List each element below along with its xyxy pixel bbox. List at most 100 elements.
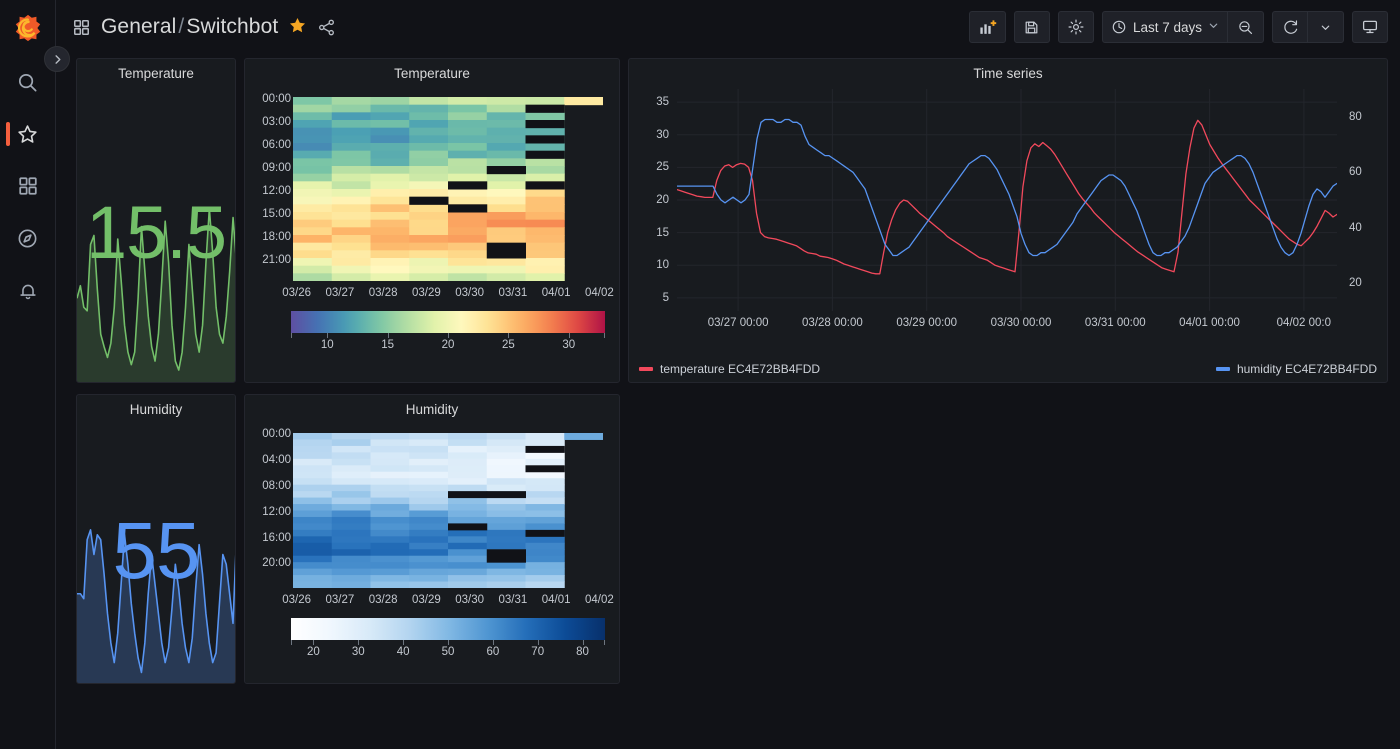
timeseries-y-right-tick-label: 20 <box>1349 277 1362 290</box>
save-dashboard-button[interactable] <box>1013 11 1050 43</box>
timeseries-x-tick-label: 04/01 00:00 <box>1179 317 1240 329</box>
star-filled-icon[interactable] <box>288 16 307 39</box>
heatmap-x-tick-label: 03/29 <box>411 287 441 299</box>
legend-item-humidity[interactable]: humidity EC4E72BB4FDD <box>1215 362 1377 376</box>
timeseries-x-tick-label: 03/30 00:00 <box>990 317 1052 329</box>
color-scale-tick <box>291 640 292 645</box>
heatmap-y-tick-label: 08:00 <box>262 479 291 492</box>
panel-title: Humidity <box>405 402 459 417</box>
panel-humidity-stat[interactable]: Humidity 55 <box>76 394 236 684</box>
color-scale-tick <box>604 333 605 338</box>
timeseries-chart: temperature EC4E72BB4FDD humidity EC4E72… <box>629 83 1387 382</box>
heatmap-x-tick-label: 03/27 <box>325 594 355 606</box>
heatmap-y-tick-label: 12:00 <box>262 184 291 197</box>
dashboard-settings-button[interactable] <box>1057 11 1094 43</box>
panel-temperature-heatmap[interactable]: Temperature 00:00 03:00 06:00 09:00 12:00 15:… <box>244 58 620 383</box>
timeseries-y-right-tick-label: 40 <box>1349 221 1362 234</box>
heatmap-chart: 00:00 03:00 06:00 09:00 12:00 15:00 18:00 21:00… <box>245 83 619 382</box>
breadcrumb-dashboard[interactable]: Switchbot <box>186 15 278 38</box>
color-scale-tick-label: 25 <box>501 339 515 351</box>
dashboard-grid-icon <box>72 18 91 37</box>
heatmap-x-tick-label: 03/30 <box>455 287 485 299</box>
color-scale-tick <box>313 640 315 645</box>
sidebar-items <box>0 56 55 316</box>
heatmap-x-tick-label: 03/28 <box>368 594 398 606</box>
color-scale-tick <box>327 333 329 338</box>
tv-mode-button[interactable] <box>1352 11 1388 43</box>
heatmap-color-legend: 10 15 20 25 30 <box>291 311 605 359</box>
color-scale-tick <box>568 333 570 338</box>
sidebar-item-explore[interactable] <box>0 212 56 264</box>
breadcrumb: General/Switchbot <box>72 15 336 39</box>
sidebar-expand-button[interactable] <box>44 46 70 72</box>
color-scale-tick <box>403 640 405 645</box>
heatmap-x-tick-label: 03/31 <box>498 287 528 299</box>
color-scale-tick <box>492 640 494 645</box>
page-title[interactable]: General/Switchbot <box>101 15 278 39</box>
share-icon[interactable] <box>317 18 336 37</box>
time-range-picker[interactable]: Last 7 days <box>1101 11 1228 43</box>
heatmap-x-tick-label: 03/31 <box>498 594 528 606</box>
refresh-dashboard-button[interactable] <box>1272 11 1308 43</box>
timeseries-plot-area[interactable] <box>677 89 1337 311</box>
timeseries-x-tick-label: 03/29 00:00 <box>896 317 958 329</box>
panel-body: temperature EC4E72BB4FDD humidity EC4E72… <box>629 83 1387 382</box>
color-scale-tick-label: 40 <box>396 646 410 658</box>
panel-title: Temperature <box>118 66 194 81</box>
heatmap-x-tick-label: 04/02 <box>584 594 614 606</box>
breadcrumb-folder[interactable]: General <box>101 15 176 38</box>
timeseries-x-tick-label: 03/31 00:00 <box>1084 317 1146 329</box>
dashboard-canvas: Temperature 15.5 Humidity 55 Temperature… <box>56 54 1400 749</box>
sidebar-item-alerting[interactable] <box>0 264 56 316</box>
timeseries-y-left-tick-label: 30 <box>656 128 669 141</box>
add-panel-button[interactable] <box>968 11 1006 43</box>
heatmap-cells[interactable] <box>293 433 603 588</box>
sidebar-item-starred[interactable] <box>0 108 56 160</box>
sidebar-item-dashboards[interactable] <box>0 160 56 212</box>
color-scale-tick-label: 70 <box>531 646 545 658</box>
color-scale-tick <box>387 333 389 338</box>
heatmap-x-tick-label: 03/29 <box>411 594 441 606</box>
timeseries-y-left-tick-label: 25 <box>656 161 669 174</box>
temperature-stat-value: 15.5 <box>85 190 227 274</box>
heatmap-x-tick-label: 03/30 <box>455 594 485 606</box>
heatmap-y-tick-label: 00:00 <box>262 92 291 105</box>
color-scale-tick <box>448 333 449 338</box>
timeseries-x-tick-label: 03/27 00:00 <box>707 317 769 329</box>
legend-item-temperature[interactable]: temperature EC4E72BB4FDD <box>639 362 820 376</box>
panel-body: 55 <box>77 419 235 683</box>
heatmap-y-tick-label: 09:00 <box>262 161 291 174</box>
refresh-interval-picker[interactable] <box>1308 11 1344 43</box>
timeseries-y-left-tick-label: 10 <box>656 259 669 272</box>
heatmap-y-tick-label: 21:00 <box>262 253 291 266</box>
panel-time-series[interactable]: Time series temperature EC4E72BB4FDD hum… <box>628 58 1388 383</box>
panel-temperature-stat[interactable]: Temperature 15.5 <box>76 58 236 383</box>
heatmap-cells[interactable] <box>293 97 603 281</box>
sidebar-nav-rail <box>0 0 56 749</box>
color-scale-tick-label: 60 <box>486 646 500 658</box>
legend-label-temperature: temperature EC4E72BB4FDD <box>660 362 821 376</box>
heatmap-color-legend: 20 30 40 50 60 70 80 <box>291 618 605 666</box>
heatmap-y-tick-label: 12:00 <box>262 505 291 518</box>
heatmap-chart: 00:00 04:00 08:00 12:00 16:00 20:00 03/26 03/2… <box>245 419 619 683</box>
toolbar: Last 7 days <box>968 11 1388 43</box>
tv-icon <box>1362 20 1378 34</box>
panel-humidity-heatmap[interactable]: Humidity 00:00 04:00 08:00 12:00 16:00 20:00 … <box>244 394 620 684</box>
heatmap-x-tick-label: 03/27 <box>325 287 355 299</box>
zoom-out-time-range-button[interactable] <box>1228 11 1264 43</box>
top-navbar: General/Switchbot Last 7 days <box>56 0 1400 54</box>
timeseries-x-tick-label: 04/02 00:0 <box>1276 317 1332 329</box>
heatmap-y-tick-label: 06:00 <box>262 138 291 151</box>
heatmap-y-tick-label: 15:00 <box>262 207 291 220</box>
timeseries-legend: temperature EC4E72BB4FDD humidity EC4E72… <box>629 356 1387 382</box>
grafana-logo-icon[interactable] <box>0 0 56 56</box>
color-scale-tick-label: 30 <box>351 646 365 658</box>
timeseries-y-right-tick-label: 80 <box>1349 110 1362 123</box>
color-scale-bar <box>291 618 605 640</box>
heatmap-y-tick-label: 03:00 <box>262 115 291 128</box>
heatmap-x-tick-label: 03/26 <box>282 594 312 606</box>
timeseries-x-tick-label: 03/28 00:00 <box>802 317 863 329</box>
timeseries-y-left-tick-label: 20 <box>656 194 669 206</box>
color-scale-tick-label: 20 <box>441 339 455 351</box>
legend-swatch-humidity <box>1215 367 1230 371</box>
